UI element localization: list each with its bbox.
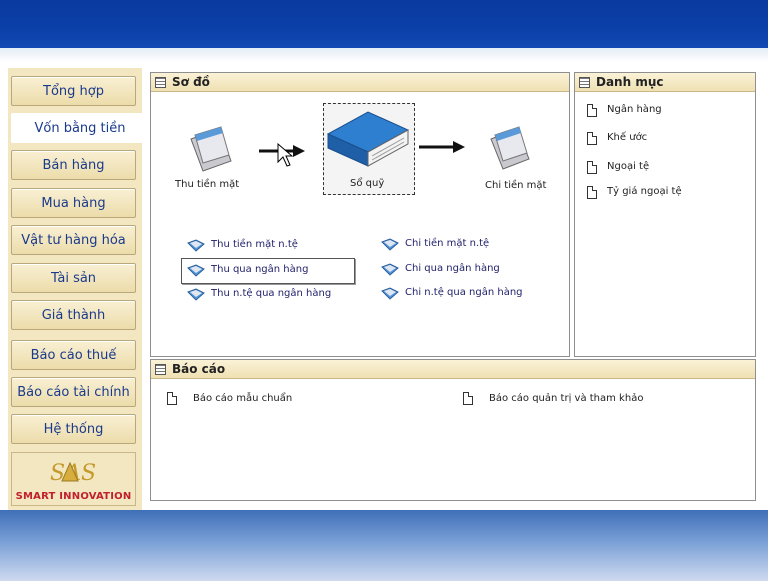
sidebar-item-he-thong[interactable]: Hệ thống bbox=[11, 414, 136, 444]
danh-muc-title: Danh mục bbox=[596, 75, 664, 89]
folder-link-icon bbox=[381, 263, 399, 276]
bao-cao-mau-chuan-link[interactable]: Báo cáo mẫu chuẩn bbox=[193, 393, 292, 404]
sidebar-item-label: Vật tư hàng hóa bbox=[21, 232, 126, 248]
folder-link-icon bbox=[187, 288, 205, 301]
sidebar-item-ban-hang[interactable]: Bán hàng bbox=[11, 150, 136, 180]
sidebar-item-label: Báo cáo thuế bbox=[30, 347, 117, 363]
link-chi-nte-qua-ngan-hang[interactable]: Chi n.tệ qua ngân hàng bbox=[405, 287, 523, 298]
folder-link-icon bbox=[381, 287, 399, 300]
banner-shade bbox=[0, 48, 768, 62]
sidebar-item-label: Mua hàng bbox=[41, 195, 106, 211]
sidebar-item-gia-thanh[interactable]: Giá thành bbox=[11, 300, 136, 330]
danh-muc-title-bar: Danh mục bbox=[575, 73, 755, 92]
bottom-gradient bbox=[0, 510, 768, 581]
receipt-icon[interactable] bbox=[185, 125, 235, 173]
sidebar-item-label: Tổng hợp bbox=[43, 83, 104, 99]
folder-link-icon bbox=[381, 238, 399, 251]
so-quy-label: Sổ quỹ bbox=[350, 178, 385, 189]
mouse-cursor-icon bbox=[277, 143, 293, 167]
danh-muc-item-ngan-hang[interactable]: Ngân hàng bbox=[607, 104, 662, 115]
sidebar-item-vat-tu-hang-hoa[interactable]: Vật tư hàng hóa bbox=[11, 225, 136, 255]
folder-link-icon bbox=[187, 239, 205, 252]
danh-muc-panel: Danh mục Ngân hàng Khế ước Ngoại tệ Tỷ g… bbox=[574, 72, 756, 357]
document-icon bbox=[587, 186, 597, 199]
document-icon bbox=[167, 392, 177, 405]
sidebar-item-label: Báo cáo tài chính bbox=[17, 384, 130, 400]
top-banner bbox=[0, 0, 768, 48]
link-chi-tien-mat-nte[interactable]: Chi tiền mặt n.tệ bbox=[405, 238, 489, 249]
arrow-right-icon bbox=[419, 141, 465, 153]
link-thu-tien-mat-nte[interactable]: Thu tiền mặt n.tệ bbox=[211, 239, 298, 250]
sidebar-item-tai-san[interactable]: Tài sản bbox=[11, 263, 136, 293]
so-do-title-bar: Sơ đồ bbox=[151, 73, 569, 92]
sidebar-item-label: Hệ thống bbox=[43, 421, 104, 437]
sidebar: Tổng hợp Vốn bằng tiền Bán hàng Mua hàng… bbox=[8, 68, 149, 510]
document-icon bbox=[587, 132, 597, 145]
sidebar-item-bao-cao-tai-chinh[interactable]: Báo cáo tài chính bbox=[11, 377, 136, 407]
link-chi-qua-ngan-hang[interactable]: Chi qua ngân hàng bbox=[405, 263, 500, 274]
document-icon bbox=[587, 161, 597, 174]
sidebar-item-label: Vốn bằng tiền bbox=[34, 120, 126, 136]
link-thu-nte-qua-ngan-hang[interactable]: Thu n.tệ qua ngân hàng bbox=[211, 288, 331, 299]
chi-tien-mat-label[interactable]: Chi tiền mặt bbox=[485, 180, 546, 191]
sidebar-item-von-bang-tien[interactable]: Vốn bằng tiền bbox=[11, 113, 149, 143]
bao-cao-title-bar: Báo cáo bbox=[151, 360, 755, 379]
panel-icon bbox=[155, 363, 166, 375]
document-icon bbox=[587, 104, 597, 117]
book-icon bbox=[326, 111, 410, 167]
bao-cao-quan-tri-link[interactable]: Báo cáo quản trị và tham khảo bbox=[489, 393, 643, 404]
link-thu-qua-ngan-hang[interactable]: Thu qua ngân hàng bbox=[211, 264, 308, 275]
danh-muc-item-khe-uoc[interactable]: Khế ước bbox=[607, 132, 647, 143]
logo-text: SMART INNOVATION bbox=[15, 491, 132, 502]
sidebar-item-label: Giá thành bbox=[41, 307, 106, 323]
panel-icon bbox=[155, 76, 166, 88]
company-logo: SAS SMART INNOVATION bbox=[11, 452, 136, 506]
thu-tien-mat-label[interactable]: Thu tiền mặt bbox=[175, 179, 239, 190]
danh-muc-item-ngoai-te[interactable]: Ngoại tệ bbox=[607, 161, 649, 172]
danh-muc-item-ty-gia-ngoai-te[interactable]: Tỷ giá ngoại tệ bbox=[607, 186, 682, 197]
bao-cao-panel: Báo cáo Báo cáo mẫu chuẩn Báo cáo quản t… bbox=[150, 359, 756, 501]
panel-icon bbox=[579, 76, 590, 88]
so-quy-button[interactable]: Sổ quỹ bbox=[323, 103, 415, 195]
folder-link-icon bbox=[187, 264, 205, 277]
sidebar-item-label: Bán hàng bbox=[42, 157, 105, 173]
sidebar-item-label: Tài sản bbox=[50, 270, 97, 286]
so-do-panel: Sơ đồ Thu tiền mặt Sổ quỹ Chi tiền mặt T… bbox=[150, 72, 570, 357]
sidebar-item-mua-hang[interactable]: Mua hàng bbox=[11, 188, 136, 218]
so-do-title: Sơ đồ bbox=[172, 75, 210, 89]
sidebar-item-tong-hop[interactable]: Tổng hợp bbox=[11, 76, 136, 106]
bao-cao-title: Báo cáo bbox=[172, 362, 226, 376]
payment-icon[interactable] bbox=[487, 125, 533, 171]
sidebar-item-bao-cao-thue[interactable]: Báo cáo thuế bbox=[11, 340, 136, 370]
document-icon bbox=[463, 392, 473, 405]
